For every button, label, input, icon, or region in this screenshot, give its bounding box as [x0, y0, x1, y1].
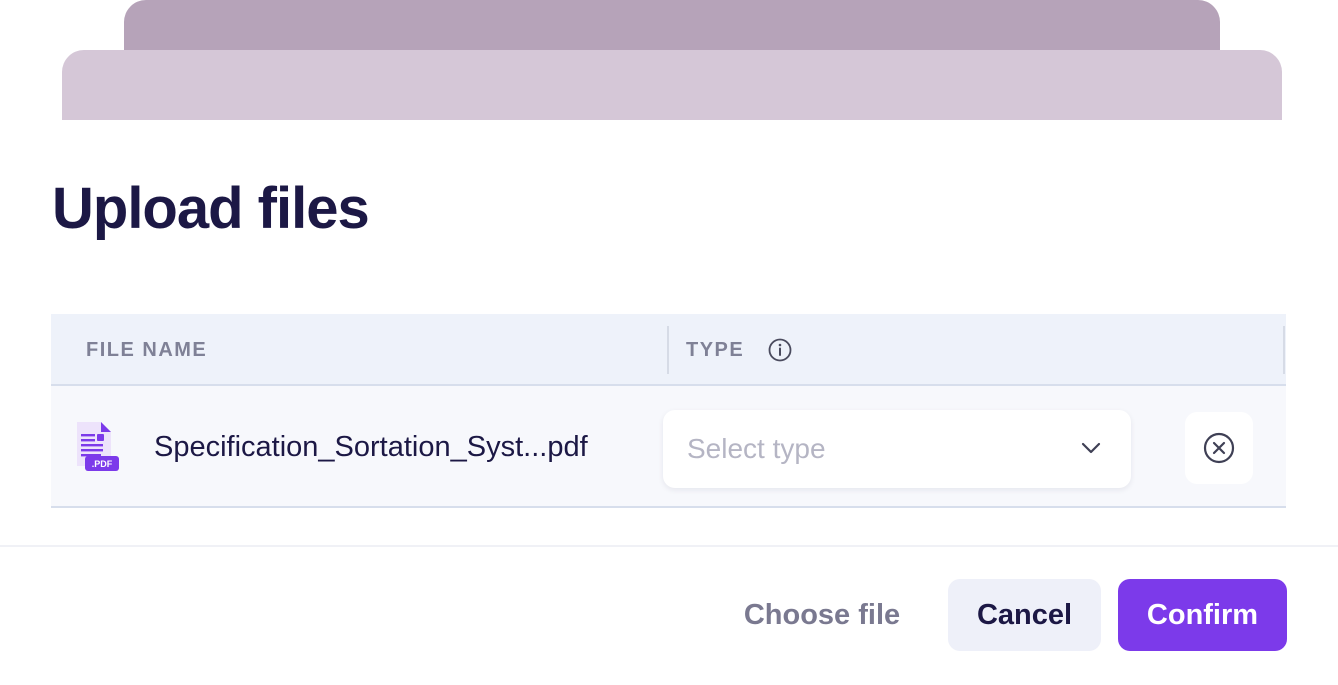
stage: Upload files FILE NAME TYPE .PDF Specifi… — [0, 0, 1338, 685]
table-row: .PDF Specification_Sortation_Syst...pdf … — [51, 386, 1286, 508]
type-select-placeholder: Select type — [687, 433, 826, 464]
table-header: FILE NAME TYPE — [51, 314, 1286, 386]
file-name: Specification_Sortation_Syst...pdf — [154, 431, 588, 463]
column-divider-end — [1283, 326, 1285, 374]
upload-dialog: Upload files FILE NAME TYPE .PDF Specifi… — [0, 120, 1338, 685]
files-table: FILE NAME TYPE .PDF Specification_Sortat… — [51, 314, 1286, 508]
column-header-file-name: FILE NAME — [86, 339, 208, 361]
type-select[interactable]: Select type — [663, 410, 1131, 488]
pdf-badge-label: .PDF — [92, 459, 113, 469]
info-icon[interactable] — [768, 338, 792, 362]
dialog-title: Upload files — [52, 176, 370, 241]
remove-file-button[interactable] — [1185, 412, 1253, 484]
column-header-type: TYPE — [686, 339, 745, 361]
chevron-down-icon — [1081, 440, 1101, 456]
cancel-button[interactable]: Cancel — [948, 579, 1101, 651]
confirm-button[interactable]: Confirm — [1118, 579, 1287, 651]
choose-file-button[interactable]: Choose file — [722, 579, 922, 651]
footer-divider — [0, 545, 1338, 547]
pdf-file-icon: .PDF — [75, 420, 121, 476]
column-divider — [667, 326, 669, 374]
